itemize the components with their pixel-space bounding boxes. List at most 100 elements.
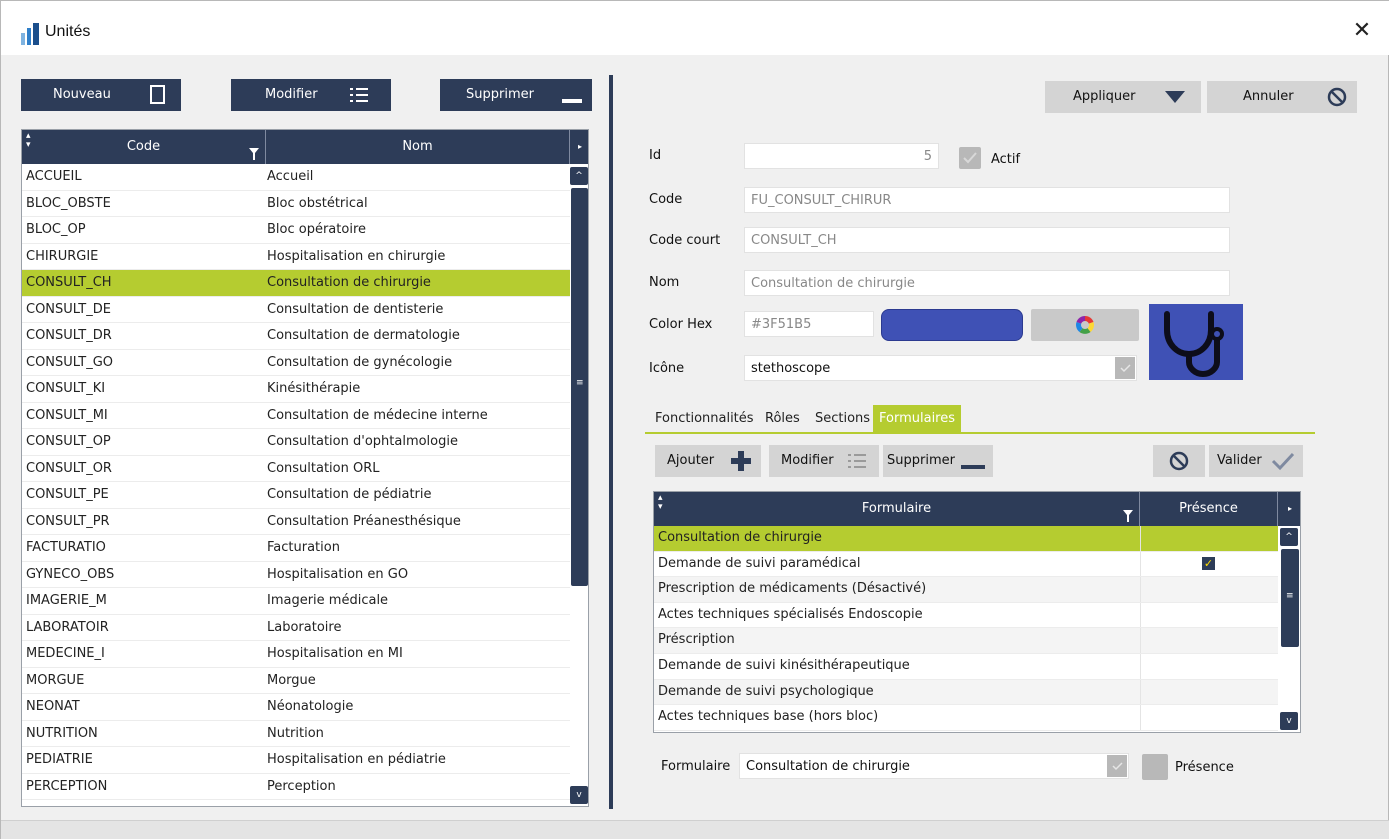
- tab-roles[interactable]: Rôles: [765, 405, 800, 433]
- filter-icon[interactable]: [249, 140, 259, 160]
- table-row[interactable]: CONSULT_KI Kinésithérapie: [22, 376, 570, 403]
- short-code-field[interactable]: CONSULT_CH: [744, 227, 1230, 253]
- table-row[interactable]: NUTRITION Nutrition: [22, 721, 570, 747]
- form-select-dropdown-icon[interactable]: [1107, 755, 1127, 777]
- table-row[interactable]: GYNECO_OBS Hospitalisation en GO: [22, 562, 570, 588]
- table-row[interactable]: PEDIATRIE Hospitalisation en pédiatrie: [22, 747, 570, 774]
- tab-sections[interactable]: Sections: [815, 405, 870, 433]
- presence-checkbox-checked[interactable]: ✓: [1202, 556, 1215, 570]
- checkmark-icon: [1271, 451, 1295, 475]
- unit-code-cell: CONSULT_PR: [26, 513, 110, 529]
- table-row[interactable]: ACCUEIL Accueil: [22, 164, 570, 191]
- unit-code-cell: MORGUE: [26, 672, 85, 688]
- close-icon[interactable]: ✕: [1350, 19, 1374, 43]
- presence-checkbox[interactable]: [1142, 754, 1168, 780]
- cell-divider: [1140, 526, 1141, 551]
- unit-code-cell: IMAGERIE_M: [26, 593, 107, 608]
- cancel-button[interactable]: Annuler: [1207, 81, 1357, 113]
- table-row[interactable]: LABORATOIR Laboratoire: [22, 615, 570, 641]
- unit-code-cell: CONSULT_OR: [26, 460, 112, 476]
- column-chooser-icon[interactable]: ▸: [1278, 492, 1300, 526]
- code-field[interactable]: FU_CONSULT_CHIRUR: [744, 187, 1230, 213]
- form-name-cell: Actes techniques base (hors bloc): [658, 709, 879, 725]
- unit-code-cell: CONSULT_DR: [26, 328, 112, 343]
- table-row[interactable]: CHIRURGIE Hospitalisation en chirurgie: [22, 244, 570, 270]
- table-row[interactable]: NEONAT Néonatologie: [22, 694, 570, 721]
- color-picker-button[interactable]: [1031, 309, 1139, 341]
- table-row[interactable]: Consultation de chirurgie: [654, 526, 1278, 552]
- unit-code-cell: NEONAT: [26, 699, 80, 714]
- table-row[interactable]: CONSULT_DE Consultation de dentisterie: [22, 297, 570, 323]
- tab-features[interactable]: Fonctionnalités: [655, 405, 754, 433]
- edit-button[interactable]: Modifier: [231, 79, 391, 111]
- table-row[interactable]: BLOC_OP Bloc opératoire: [22, 217, 570, 244]
- color-hex-field[interactable]: #3F51B5: [744, 311, 874, 337]
- unit-name-cell: Perception: [267, 778, 336, 794]
- table-row[interactable]: CONSULT_MI Consultation de médecine inter…: [22, 403, 570, 429]
- active-checkbox[interactable]: [959, 147, 981, 169]
- color-swatch[interactable]: [881, 309, 1023, 341]
- scroll-down-icon[interactable]: v: [1280, 712, 1298, 730]
- cancel-form-button[interactable]: [1153, 445, 1205, 477]
- forms-grid-scrollbar-thumb[interactable]: ≡: [1281, 549, 1299, 647]
- unit-name-cell: Hospitalisation en GO: [267, 566, 409, 582]
- unit-code-cell: PERCEPTION: [26, 778, 108, 794]
- unit-code-cell: CHIRURGIE: [26, 248, 99, 264]
- form-column-header[interactable]: ▴ ▾ Formulaire: [654, 492, 1140, 526]
- form-column-label: Formulaire: [861, 501, 932, 516]
- table-row[interactable]: FACTURATIO Facturation: [22, 535, 570, 562]
- name-column-header[interactable]: Nom: [266, 130, 570, 164]
- cell-divider: [1140, 602, 1141, 628]
- icon-select[interactable]: stethoscope: [744, 355, 1137, 381]
- sort-icon[interactable]: ▴ ▾: [26, 132, 31, 150]
- unit-code-cell: PEDIATRIE: [26, 752, 93, 767]
- table-row[interactable]: MEDECINE_I Hospitalisation en MI: [22, 641, 570, 668]
- validate-button[interactable]: Valider: [1209, 445, 1303, 477]
- units-grid-scrollbar-thumb[interactable]: ≡: [571, 188, 588, 586]
- unit-code-cell: LABORATOIR: [26, 619, 109, 635]
- plus-icon: [731, 451, 751, 475]
- sort-icon[interactable]: ▴ ▾: [658, 494, 663, 512]
- table-row[interactable]: CONSULT_OR Consultation ORL: [22, 456, 570, 482]
- apply-button[interactable]: Appliquer: [1045, 81, 1201, 113]
- table-row[interactable]: Prescription de médicaments (Désactivé): [654, 577, 1278, 603]
- edit-form-button[interactable]: Modifier: [769, 445, 879, 477]
- id-field[interactable]: 5: [744, 143, 939, 169]
- delete-button[interactable]: Supprimer: [440, 79, 592, 111]
- column-chooser-icon[interactable]: ▸: [570, 130, 588, 164]
- table-row[interactable]: Actes techniques base (hors bloc): [654, 705, 1278, 731]
- table-row[interactable]: MORGUE Morgue: [22, 668, 570, 694]
- icon-select-dropdown-icon[interactable]: [1115, 357, 1135, 379]
- unit-code-cell: CONSULT_GO: [26, 354, 114, 370]
- table-row[interactable]: IMAGERIE_M Imagerie médicale: [22, 588, 570, 615]
- cancel-icon: [1169, 451, 1189, 475]
- scroll-down-icon[interactable]: v: [570, 786, 588, 804]
- table-row[interactable]: Demande de suivi kinésithérapeutique: [654, 654, 1278, 680]
- table-row[interactable]: CONSULT_OP Consultation d'ophtalmologie: [22, 429, 570, 456]
- table-row[interactable]: Demande de suivi paramédical ✓: [654, 551, 1278, 578]
- table-row[interactable]: CONSULT_GO Consultation de gynécologie: [22, 350, 570, 376]
- table-row[interactable]: CONSULT_DR Consultation de dermatologie: [22, 323, 570, 350]
- table-row[interactable]: CONSULT_PE Consultation de pédiatrie: [22, 482, 570, 509]
- table-row[interactable]: Actes techniques spécialisés Endoscopie: [654, 602, 1278, 629]
- tab-forms[interactable]: Formulaires: [873, 405, 962, 433]
- delete-form-button[interactable]: Supprimer: [883, 445, 993, 477]
- panel-splitter[interactable]: [609, 75, 613, 809]
- table-row[interactable]: Préscription: [654, 628, 1278, 654]
- filter-icon[interactable]: [1123, 502, 1133, 522]
- name-field[interactable]: Consultation de chirurgie: [744, 270, 1230, 296]
- add-form-button[interactable]: Ajouter: [655, 445, 761, 477]
- unit-code-cell: BLOC_OBSTE: [26, 195, 111, 211]
- table-row[interactable]: CONSULT_CH Consultation de chirurgie: [22, 270, 570, 297]
- table-row[interactable]: BLOC_OBSTE Bloc obstétrical: [22, 191, 570, 217]
- table-row[interactable]: Demande de suivi psychologique: [654, 679, 1278, 706]
- scroll-up-icon[interactable]: ^: [1280, 528, 1298, 546]
- presence-column-header[interactable]: Présence: [1140, 492, 1278, 526]
- table-row[interactable]: PERCEPTION Perception: [22, 774, 570, 800]
- form-select[interactable]: Consultation de chirurgie: [739, 753, 1129, 779]
- scroll-up-icon[interactable]: ^: [570, 167, 588, 185]
- code-column-header[interactable]: ▴ ▾ Code: [22, 130, 266, 164]
- new-button[interactable]: Nouveau: [21, 79, 181, 111]
- unit-code-cell: BLOC_OP: [26, 222, 86, 237]
- table-row[interactable]: CONSULT_PR Consultation Préanesthésique: [22, 509, 570, 535]
